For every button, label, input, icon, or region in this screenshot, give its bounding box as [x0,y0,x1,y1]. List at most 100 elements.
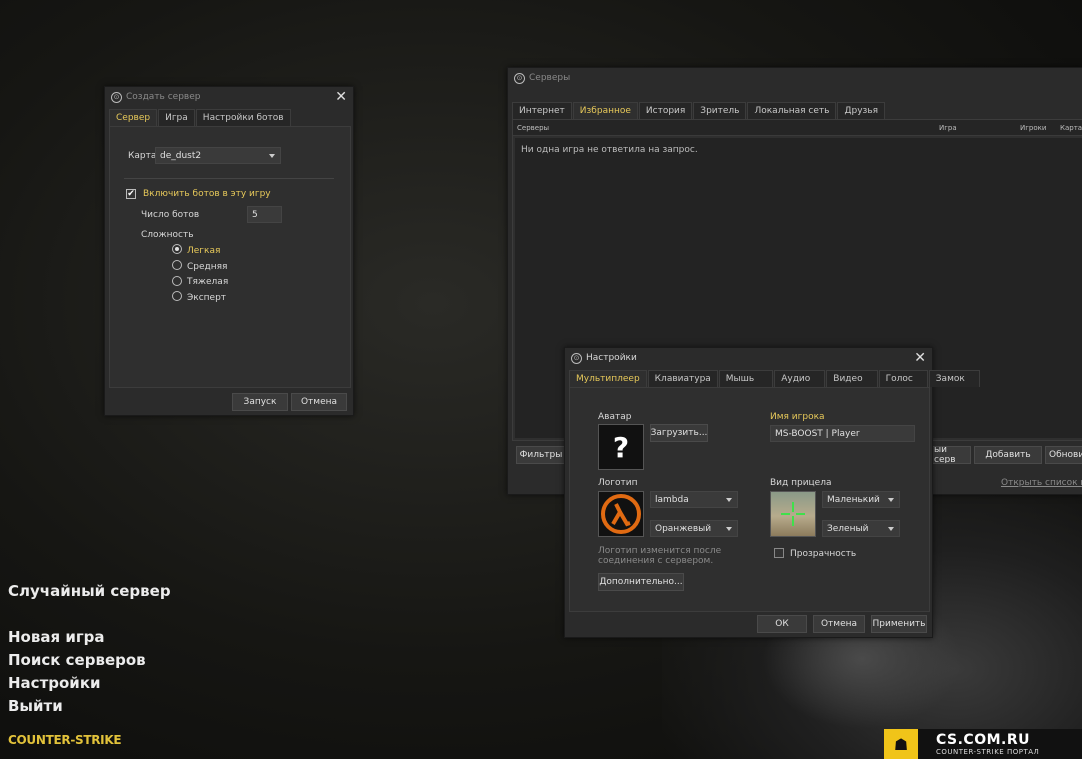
tab-lan[interactable]: Локальная сеть [747,102,837,119]
difficulty-label: Сложность [141,230,194,240]
spray-note: Логотип изменится после соединения с сер… [598,546,722,566]
create-server-titlebar[interactable]: ⊙ Создать сервер [105,87,353,107]
menu-random-server[interactable]: Случайный сервер [8,582,171,600]
crosshair-color-value: Зеленый [827,523,869,534]
settings-title: Настройки [586,353,637,363]
lambda-logo-icon [598,491,644,537]
difficulty-expert-radio[interactable] [172,291,182,301]
add-server-button[interactable]: Добавить [974,446,1042,464]
avatar: ? [598,424,644,470]
servers-title: Серверы [529,73,571,83]
tab-friends[interactable]: Друзья [837,102,886,119]
spray-dropdown[interactable]: lambda [650,491,738,508]
column-servers[interactable]: Серверы [517,124,549,132]
transparency-checkbox[interactable] [774,548,784,558]
tab-mouse[interactable]: Мышь [718,370,774,387]
watermark-tagline: COUNTER-STRIKE ПОРТАЛ [936,748,1040,756]
tab-server[interactable]: Сервер [109,109,158,126]
tab-spectate[interactable]: Зритель [693,102,747,119]
empty-message: Ни одна игра не ответила на запрос. [521,145,698,155]
crosshair-line [792,502,794,512]
settings-window: ⊙ Настройки ✕ Мультиплеер Клавиатура Мыш… [564,347,980,638]
servers-titlebar[interactable]: ⊙ Серверы [508,68,1082,88]
bots-count-input[interactable]: 5 [247,206,282,223]
crosshair-line [781,513,790,515]
steam-icon: ⊙ [514,72,525,84]
chevron-down-icon [269,154,275,158]
column-map[interactable]: Карта [1060,124,1082,132]
enable-bots-checkbox[interactable]: ✔ [126,189,136,199]
filters-button[interactable]: Фильтры [516,446,566,464]
difficulty-medium-radio[interactable] [172,260,182,270]
settings-titlebar[interactable]: ⊙ Настройки [565,348,932,368]
tab-keyboard[interactable]: Клавиатура [647,370,718,387]
watermark-badge: ☗ CS.COM.RU COUNTER-STRIKE ПОРТАЛ [884,729,1082,759]
open-list-link[interactable]: Открыть список вос [1001,478,1082,488]
column-players[interactable]: Игроки [1020,124,1046,132]
add-current-server-button[interactable]: ый серв [931,446,971,464]
chevron-down-icon [888,527,894,531]
chevron-down-icon [726,527,732,531]
tab-audio[interactable]: Аудио [774,370,826,387]
start-button[interactable]: Запуск [232,393,288,411]
close-icon[interactable]: ✕ [914,351,926,365]
counter-strike-logo: COUNTER-STRIKE [8,733,122,747]
player-name-label: Имя игрока [770,412,825,422]
refresh-button[interactable]: Обнови [1045,446,1082,464]
crosshair-preview [770,491,816,537]
column-game[interactable]: Игра [939,124,957,132]
tab-history[interactable]: История [638,102,693,119]
crosshair-label: Вид прицела [770,478,832,488]
divider [124,178,334,179]
difficulty-medium-label: Средняя [187,262,228,272]
ok-button[interactable]: ОК [757,615,807,633]
difficulty-expert-label: Эксперт [187,293,227,303]
difficulty-easy-label: Легкая [187,246,221,256]
tab-lock[interactable]: Замок [928,370,980,387]
bots-count-label: Число ботов [141,210,200,220]
crosshair-size-value: Маленький [827,494,880,505]
difficulty-hard-label: Тяжелая [187,277,229,287]
enable-bots-label: Включить ботов в эту игру [143,189,271,199]
crosshair-line [792,516,794,526]
crosshair-line [796,513,805,515]
chevron-down-icon [888,498,894,502]
transparency-label: Прозрачность [790,549,857,559]
tab-internet[interactable]: Интернет [512,102,572,119]
spray-label: Логотип [598,478,638,488]
advanced-button[interactable]: Дополнительно... [598,573,684,591]
player-name-input[interactable]: MS-BOOST | Player [770,425,915,442]
settings-panel: Аватар ? Загрузить... Имя игрока MS-BOOS… [569,387,930,612]
cancel-button[interactable]: Отмена [291,393,347,411]
menu-quit[interactable]: Выйти [8,697,63,715]
steam-icon: ⊙ [571,352,582,364]
menu-new-game[interactable]: Новая игра [8,628,105,646]
difficulty-easy-radio[interactable] [172,244,182,254]
tab-multiplayer[interactable]: Мультиплеер [569,370,647,387]
map-label: Карта [128,151,157,161]
upload-avatar-button[interactable]: Загрузить... [650,424,708,442]
apply-button[interactable]: Применить [871,615,927,633]
chevron-down-icon [726,498,732,502]
steam-icon: ⊙ [111,91,122,103]
map-value: de_dust2 [160,150,202,161]
crosshair-color-dropdown[interactable]: Зеленый [822,520,900,537]
difficulty-hard-radio[interactable] [172,276,182,286]
map-dropdown[interactable]: de_dust2 [155,147,281,164]
tab-favorites[interactable]: Избранное [572,102,638,119]
crosshair-size-dropdown[interactable]: Маленький [822,491,900,508]
tab-game[interactable]: Игра [158,109,195,126]
spray-color-dropdown[interactable]: Оранжевый [650,520,738,537]
create-server-window: ⊙ Создать сервер ✕ Сервер Игра Настройки… [104,86,354,416]
tab-voice[interactable]: Голос [878,370,928,387]
tab-video[interactable]: Видео [826,370,878,387]
column-header-row: Серверы Игра Игроки Карта [513,120,1082,136]
menu-settings[interactable]: Настройки [8,674,101,692]
menu-find-servers[interactable]: Поиск серверов [8,651,146,669]
tab-bot-settings[interactable]: Настройки ботов [195,109,291,126]
watermark-site: CS.COM.RU [936,732,1031,748]
cancel-button[interactable]: Отмена [813,615,865,633]
create-server-title: Создать сервер [126,92,201,102]
avatar-label: Аватар [598,412,632,422]
close-icon[interactable]: ✕ [335,90,347,104]
